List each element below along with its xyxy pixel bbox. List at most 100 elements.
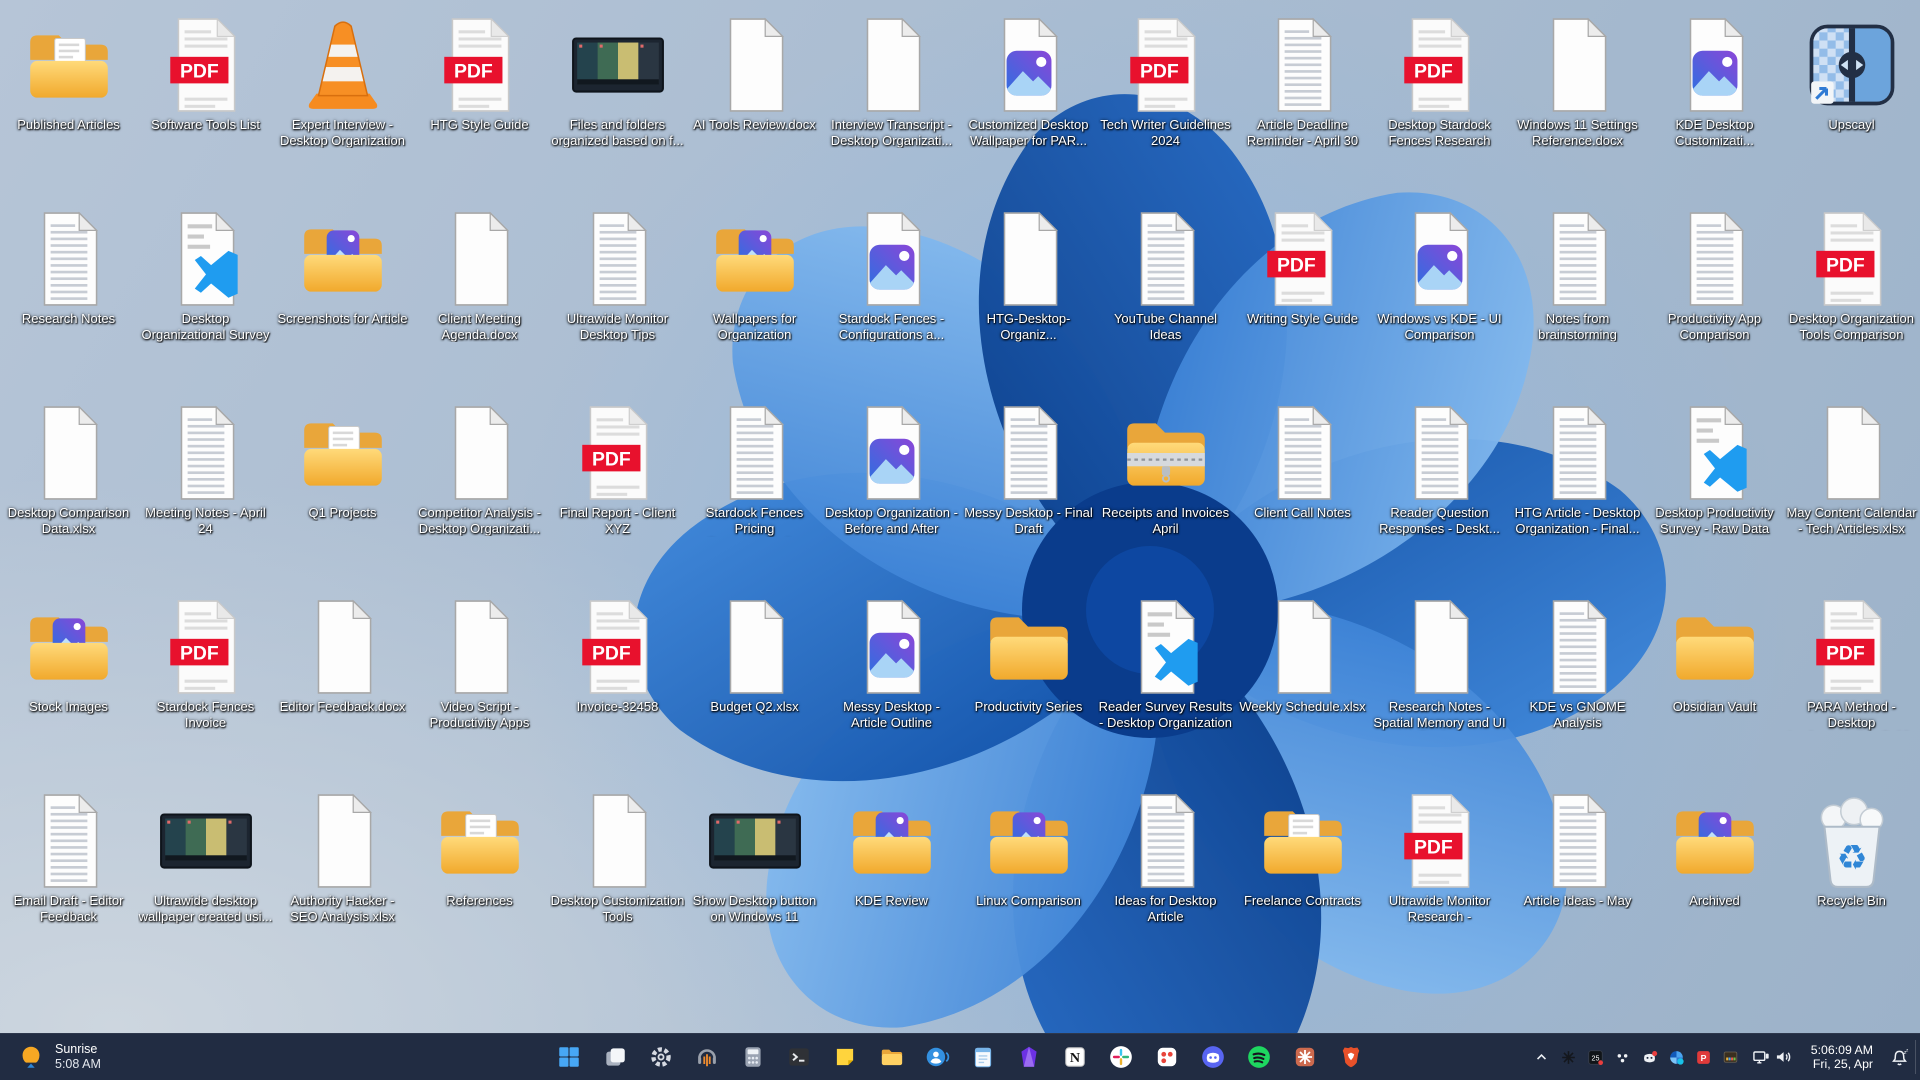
desktop-icon[interactable]: AI Tools Review.docx <box>686 6 823 200</box>
pinwheel-icon[interactable] <box>1663 1039 1690 1075</box>
desktop-icon[interactable]: Wallpapers for Organization <box>686 200 823 394</box>
desktop-icon[interactable]: Freelance Contracts <box>1234 782 1371 976</box>
desktop-icon[interactable]: May Content Calendar - Tech Articles.xls… <box>1783 394 1920 588</box>
show-desktop-button[interactable] <box>1915 1040 1920 1074</box>
desktop-icon[interactable]: Ideas for Desktop Article <box>1097 782 1234 976</box>
brave-icon[interactable] <box>1332 1037 1370 1077</box>
desktop-icon[interactable]: PDFSoftware Tools List <box>137 6 274 200</box>
desktop-icon[interactable]: Client Meeting Agenda.docx <box>411 200 548 394</box>
desktop-icon[interactable]: Desktop Comparison Data.xlsx <box>0 394 137 588</box>
task-view-icon[interactable] <box>596 1037 634 1077</box>
desktop-icon[interactable]: Obsidian Vault <box>1646 588 1783 782</box>
chevron-up-icon[interactable] <box>1528 1039 1555 1075</box>
desktop-icon[interactable]: Upscayl <box>1783 6 1920 200</box>
desktop-icon[interactable]: HTG Article - Desktop Organization - Fin… <box>1509 394 1646 588</box>
desktop-icon[interactable]: Authority Hacker - SEO Analysis.xlsx <box>274 782 411 976</box>
sticky-notes-icon[interactable] <box>826 1037 864 1077</box>
desktop-icon[interactable]: Article Deadline Reminder - April 30 <box>1234 6 1371 200</box>
desktop-icon[interactable]: Ultrawide desktop wallpaper created usi.… <box>137 782 274 976</box>
picsart-icon[interactable]: P <box>1690 1039 1717 1075</box>
desktop-icon[interactable]: Ultrawide Monitor Desktop Tips <box>549 200 686 394</box>
terminal-icon[interactable] <box>780 1037 818 1077</box>
desktop-icon[interactable]: Desktop Organizational Survey Results <box>137 200 274 394</box>
desktop-icon[interactable]: Show Desktop button on Windows 11 taskba… <box>686 782 823 976</box>
settings-icon[interactable] <box>642 1037 680 1077</box>
desktop-icon[interactable]: Client Call Notes <box>1234 394 1371 588</box>
audacity-icon[interactable] <box>688 1037 726 1077</box>
desktop-icon[interactable]: Desktop Organization - Before and After <box>823 394 960 588</box>
desktop-icon[interactable]: Reader Survey Results - Desktop Organiza… <box>1097 588 1234 782</box>
desktop-icon[interactable]: Q1 Projects <box>274 394 411 588</box>
desktop-icon[interactable]: Expert Interview - Desktop Organization <box>274 6 411 200</box>
desktop-icon[interactable]: PDFFinal Report - Client XYZ <box>549 394 686 588</box>
desktop-icon[interactable]: Article Ideas - May <box>1509 782 1646 976</box>
desktop-icon[interactable]: YouTube Channel Ideas <box>1097 200 1234 394</box>
desktop-icon[interactable]: Notes from brainstorming <box>1509 200 1646 394</box>
notepad-icon[interactable] <box>964 1037 1002 1077</box>
desktop-icon[interactable]: Stock Images <box>0 588 137 782</box>
desktop-icon[interactable]: ♻Recycle Bin <box>1783 782 1920 976</box>
desktop-icon[interactable]: Messy Desktop - Final Draft <box>960 394 1097 588</box>
desktop-icon[interactable]: Desktop Customization Tools <box>549 782 686 976</box>
desktop-icon[interactable]: PDFUltrawide Monitor Research - Producti… <box>1371 782 1508 976</box>
desktop-icon[interactable]: Research Notes - Spatial Memory and UI D… <box>1371 588 1508 782</box>
desktop-icon[interactable]: KDE Review <box>823 782 960 976</box>
calculator-icon[interactable] <box>734 1037 772 1077</box>
desktop-icon[interactable]: References <box>411 782 548 976</box>
people-icon[interactable] <box>918 1037 956 1077</box>
discord-tray-icon[interactable] <box>1636 1039 1663 1075</box>
desktop-icon[interactable]: HTG-Desktop-Organiz... <box>960 200 1097 394</box>
desktop-icon[interactable]: PDFPARA Method - Desktop Implementation … <box>1783 588 1920 782</box>
start-icon[interactable] <box>550 1037 588 1077</box>
notification-bell-icon[interactable]: zz <box>1882 1039 1916 1075</box>
desktop-icon[interactable]: PDFTech Writer Guidelines 2024 <box>1097 6 1234 200</box>
photos-grid-icon[interactable] <box>1717 1039 1744 1075</box>
autohotkey-icon[interactable] <box>1555 1039 1582 1075</box>
desktop-icon[interactable]: Windows 11 Settings Reference.docx <box>1509 6 1646 200</box>
desktop-icon[interactable]: Productivity App Comparison Matrix.xlsx <box>1646 200 1783 394</box>
desktop-icon[interactable]: Receipts and Invoices April <box>1097 394 1234 588</box>
desktop-icon[interactable]: PDFWriting Style Guide <box>1234 200 1371 394</box>
desktop-icon[interactable]: Stardock Fences - Configurations a... <box>823 200 960 394</box>
file-explorer-icon[interactable] <box>872 1037 910 1077</box>
desktop-icon[interactable]: Reader Question Responses - Deskt... <box>1371 394 1508 588</box>
bambu-studio-icon[interactable] <box>1286 1037 1324 1077</box>
desktop-icon[interactable]: Customized Desktop Wallpaper for PAR... <box>960 6 1097 200</box>
desktop-icon[interactable]: Budget Q2.xlsx <box>686 588 823 782</box>
desktop-icon[interactable]: Productivity Series <box>960 588 1097 782</box>
desktop-icon[interactable]: PDFDesktop Stardock Fences Research <box>1371 6 1508 200</box>
desktop-icon[interactable]: Email Draft - Editor Feedback <box>0 782 137 976</box>
weather-widget[interactable]: Sunrise 5:08 AM <box>4 1037 113 1077</box>
desktop-icon[interactable]: Archived <box>1646 782 1783 976</box>
desktop-icon[interactable]: Research Notes <box>0 200 137 394</box>
calendar-25-icon[interactable]: 25 <box>1582 1039 1609 1075</box>
desktop-icon[interactable]: PDFHTG Style Guide <box>411 6 548 200</box>
desktop-icon[interactable]: KDE vs GNOME Analysis <box>1509 588 1646 782</box>
desktop-icon[interactable]: Linux Comparison <box>960 782 1097 976</box>
desktop-icon[interactable]: KDE Desktop Customizati... <box>1646 6 1783 200</box>
desktop-icon[interactable]: Weekly Schedule.xlsx <box>1234 588 1371 782</box>
obsidian-icon[interactable] <box>1010 1037 1048 1077</box>
desktop-icon[interactable]: PDFInvoice-32458 <box>549 588 686 782</box>
desktop-icon[interactable]: Desktop Productivity Survey - Raw Data <box>1646 394 1783 588</box>
desktop-icon[interactable]: Files and folders organized based on f..… <box>549 6 686 200</box>
desktop-icon[interactable]: PDFStardock Fences Invoice <box>137 588 274 782</box>
slack-icon[interactable] <box>1102 1037 1140 1077</box>
desktop-icon[interactable]: Editor Feedback.docx <box>274 588 411 782</box>
desktop-icon[interactable]: Windows vs KDE - UI Comparison Screensho… <box>1371 200 1508 394</box>
discord-icon[interactable] <box>1194 1037 1232 1077</box>
desktop-icon[interactable]: PDFDesktop Organization Tools Comparison <box>1783 200 1920 394</box>
desktop-icon[interactable]: Messy Desktop - Article Outline <box>823 588 960 782</box>
desktop-icon[interactable]: Interview Transcript - Desktop Organizat… <box>823 6 960 200</box>
notion-icon[interactable]: N <box>1056 1037 1094 1077</box>
spotify-icon[interactable] <box>1240 1037 1278 1077</box>
desktop-icon[interactable]: Competitor Analysis - Desktop Organizati… <box>411 394 548 588</box>
taskbar-clock[interactable]: 5:06:09 AM Fri, 25, Apr <box>1802 1039 1882 1075</box>
desktop-icon[interactable]: Meeting Notes - April 24 <box>137 394 274 588</box>
desktop-icon[interactable]: Stardock Fences Pricing Comparison.xlsx <box>686 394 823 588</box>
dots3-icon[interactable] <box>1609 1039 1636 1075</box>
desktop-icon[interactable]: Video Script - Productivity Apps <box>411 588 548 782</box>
dots-app-icon[interactable] <box>1148 1037 1186 1077</box>
desktop-icon[interactable]: Screenshots for Article <box>274 200 411 394</box>
desktop-icon[interactable]: Published Articles <box>0 6 137 200</box>
